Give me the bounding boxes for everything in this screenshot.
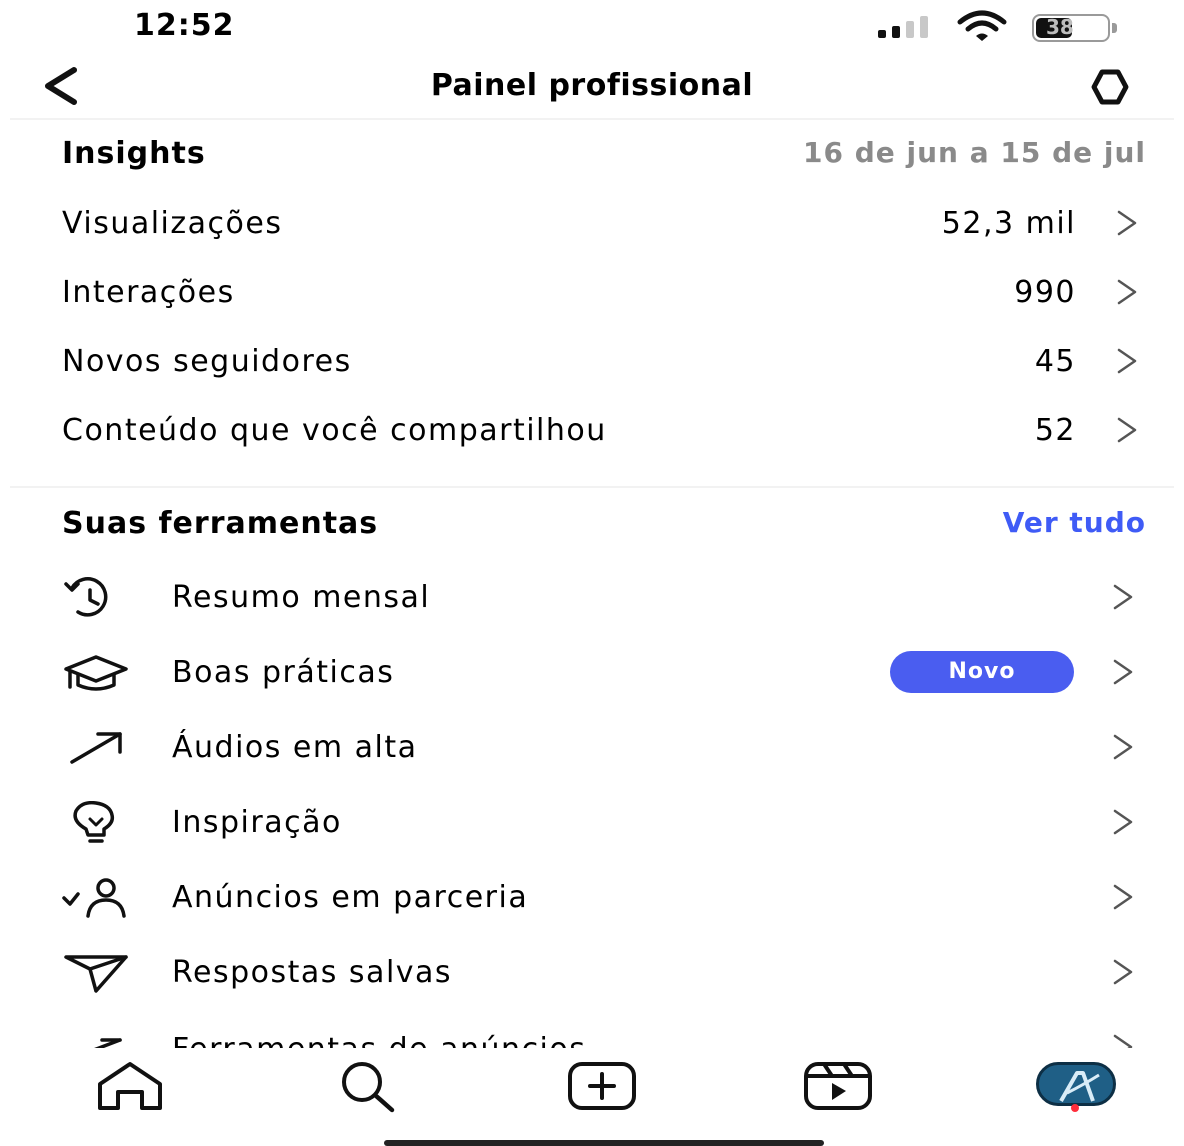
insight-label: Novos seguidores [62, 344, 352, 379]
create-icon [568, 1062, 636, 1110]
chevron-right-icon [1117, 417, 1137, 443]
insight-row-views[interactable]: Visualizações 52,3 mil [62, 198, 1146, 250]
insights-header: Insights 16 de jun a 15 de jul [62, 136, 1146, 176]
tool-label: Áudios em alta [172, 730, 418, 765]
insights-title: Insights [62, 136, 206, 171]
chevron-right-icon [1113, 1034, 1133, 1048]
notification-dot [1071, 1104, 1079, 1112]
create-tab[interactable] [562, 1058, 642, 1118]
date-range: 16 de jun a 15 de jul [803, 136, 1146, 169]
status-bar: 12:52 38 [0, 0, 1184, 56]
tool-label: Ferramentas de anúncios [172, 1032, 586, 1048]
divider [10, 486, 1174, 488]
history-clock-icon [64, 577, 108, 617]
chevron-right-icon [1117, 279, 1137, 305]
insight-value: 45 [1034, 344, 1076, 379]
home-indicator [384, 1140, 824, 1146]
profile-avatar[interactable] [1036, 1062, 1116, 1106]
insight-row-shared-content[interactable]: Conteúdo que você compartilhou 52 [62, 405, 1146, 457]
send-icon [64, 955, 128, 993]
chevron-right-icon [1113, 584, 1133, 610]
new-badge: Novo [890, 651, 1074, 693]
chevron-right-icon [1113, 809, 1133, 835]
tool-item-trending-audio[interactable]: Áudios em alta [62, 722, 1146, 782]
tool-item-partnership-ads[interactable]: Anúncios em parceria [62, 872, 1146, 932]
tool-item-inspiration[interactable]: Inspiração [62, 797, 1146, 857]
tool-label: Resumo mensal [172, 580, 431, 615]
chevron-right-icon [1113, 959, 1133, 985]
tool-label: Boas práticas [172, 655, 395, 690]
insight-value: 52 [1034, 413, 1076, 448]
tool-label: Respostas salvas [172, 955, 453, 990]
search-icon [342, 1062, 395, 1113]
insight-row-new-followers[interactable]: Novos seguidores 45 [62, 336, 1146, 388]
insight-value: 990 [1014, 275, 1076, 310]
reels-icon [804, 1062, 872, 1110]
insight-value: 52,3 mil [941, 206, 1076, 241]
tools-header: Suas ferramentas Ver tudo [62, 506, 1146, 546]
chevron-right-icon [1117, 348, 1137, 374]
tool-label: Inspiração [172, 805, 342, 840]
tool-item-best-practices[interactable]: Boas práticas Novo [62, 647, 1146, 707]
trending-arrow-icon [70, 732, 122, 764]
chevron-right-icon [1113, 734, 1133, 760]
tool-label: Anúncios em parceria [172, 880, 529, 915]
tool-item-ad-tools[interactable]: Ferramentas de anúncios [62, 1028, 1146, 1048]
cellular-signal-icon [878, 16, 928, 38]
gear-icon[interactable] [1076, 66, 1144, 108]
wifi-icon [957, 10, 1007, 41]
insight-label: Visualizações [62, 206, 283, 241]
reels-tab[interactable] [798, 1058, 878, 1118]
home-icon [98, 1062, 162, 1110]
home-tab[interactable] [90, 1058, 170, 1118]
status-time: 12:52 [134, 8, 235, 43]
chevron-right-icon [1113, 659, 1133, 685]
tools-title: Suas ferramentas [62, 506, 379, 541]
graduation-cap-icon [64, 655, 128, 691]
top-navigation: Painel profissional [0, 56, 1184, 118]
chevron-right-icon [1117, 210, 1137, 236]
page-title: Painel profissional [430, 68, 754, 103]
bottom-tab-bar [0, 1048, 1184, 1146]
search-tab[interactable] [326, 1058, 406, 1118]
battery-level: 38 [1046, 15, 1074, 39]
ads-arrow-icon [94, 1038, 122, 1048]
insight-row-interactions[interactable]: Interações 990 [62, 267, 1146, 319]
insight-label: Conteúdo que você compartilhou [62, 413, 607, 448]
partner-check-icon [62, 878, 126, 918]
see-all-link[interactable]: Ver tudo [1003, 506, 1146, 539]
battery-icon: 38 [1032, 14, 1118, 42]
divider [10, 118, 1174, 120]
lightbulb-icon [73, 801, 115, 843]
avatar-logo-icon [1059, 1071, 1100, 1102]
tool-item-monthly-summary[interactable]: Resumo mensal [62, 572, 1146, 632]
chevron-right-icon [1113, 884, 1133, 910]
tool-item-saved-replies[interactable]: Respostas salvas [62, 947, 1146, 1007]
insight-label: Interações [62, 275, 235, 310]
